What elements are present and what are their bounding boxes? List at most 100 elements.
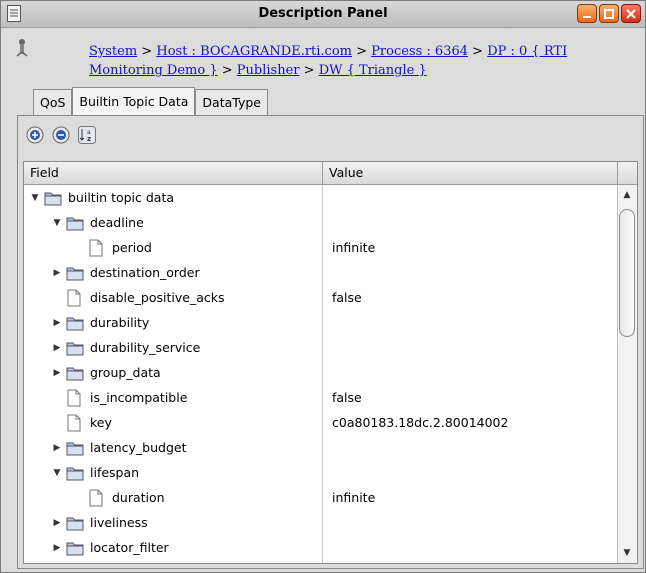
field-cell: period <box>24 235 152 260</box>
field-cell: ▶ latency_budget <box>24 435 186 460</box>
field-label: builtin topic data <box>68 190 175 205</box>
minimize-button[interactable] <box>577 4 597 23</box>
collapsed-arrow-icon[interactable]: ▶ <box>52 343 62 353</box>
breadcrumb-process[interactable]: Process : 6364 <box>371 44 468 59</box>
file-icon <box>88 489 106 507</box>
folder-icon <box>66 514 84 532</box>
field-label: deadline <box>90 215 144 230</box>
field-cell: disable_positive_acks <box>24 285 225 310</box>
table-row[interactable]: ▶ liveliness <box>24 510 617 535</box>
column-header-field[interactable]: Field <box>24 162 323 184</box>
field-label: key <box>90 415 112 430</box>
field-label: disable_positive_acks <box>90 290 225 305</box>
field-cell: key <box>24 410 112 435</box>
field-label: locator_filter <box>90 540 169 555</box>
collapsed-arrow-icon[interactable]: ▶ <box>52 268 62 278</box>
field-label: lifespan <box>90 465 140 480</box>
breadcrumb-separator: > <box>472 44 484 59</box>
field-cell: ▶ liveliness <box>24 510 148 535</box>
table-row[interactable]: ▼ deadline <box>24 210 617 235</box>
table-row[interactable]: ▶ durability_service <box>24 335 617 360</box>
breadcrumb-host[interactable]: Host : BOCAGRANDE.rti.com <box>156 44 352 59</box>
table-row[interactable]: ▶ durability <box>24 310 617 335</box>
folder-icon <box>66 264 84 282</box>
collapsed-arrow-icon[interactable]: ▶ <box>52 543 62 553</box>
vertical-scrollbar[interactable]: ▲ ▼ <box>617 185 637 563</box>
expanded-arrow-icon[interactable]: ▼ <box>30 193 40 203</box>
field-label: duration <box>112 490 165 505</box>
field-cell: ▶ durability_service <box>24 335 200 360</box>
table-row[interactable]: ▶ destination_order <box>24 260 617 285</box>
tab-datatype[interactable]: DataType <box>195 89 268 115</box>
collapsed-arrow-icon[interactable]: ▶ <box>52 518 62 528</box>
file-icon <box>88 239 106 257</box>
table-row[interactable]: key c0a80183.18dc.2.80014002 <box>24 410 617 435</box>
field-value-table: Field Value ▼ builtin topic data ▼ deadline… <box>23 161 638 564</box>
tree-rows: ▼ builtin topic data ▼ deadline period infini… <box>24 185 617 560</box>
collapsed-arrow-icon[interactable]: ▶ <box>52 443 62 453</box>
expand-all-button[interactable] <box>24 124 46 146</box>
breadcrumb-publisher[interactable]: Publisher <box>237 63 300 78</box>
folder-icon <box>66 364 84 382</box>
expanded-arrow-icon[interactable]: ▼ <box>52 218 62 228</box>
collapsed-arrow-icon[interactable]: ▶ <box>52 318 62 328</box>
breadcrumb-separator: > <box>141 44 153 59</box>
table-row[interactable]: duration infinite <box>24 485 617 510</box>
sort-az-icon: az <box>78 126 96 144</box>
folder-icon <box>66 539 84 557</box>
folder-icon <box>66 464 84 482</box>
table-row[interactable]: ▼ lifespan <box>24 460 617 485</box>
table-header: Field Value <box>24 162 637 185</box>
value-cell: c0a80183.18dc.2.80014002 <box>332 415 509 430</box>
field-cell: ▼ lifespan <box>24 460 139 485</box>
field-cell: ▶ durability <box>24 310 149 335</box>
plus-circle-icon <box>26 126 44 144</box>
toolbar: az <box>24 122 98 148</box>
table-row[interactable]: ▶ locator_filter <box>24 535 617 560</box>
value-cell: infinite <box>332 240 376 255</box>
value-cell: false <box>332 390 362 405</box>
scroll-down-icon[interactable]: ▼ <box>620 546 634 560</box>
table-row[interactable]: is_incompatible false <box>24 385 617 410</box>
sort-button[interactable]: az <box>76 124 98 146</box>
file-icon <box>66 389 84 407</box>
title-bar[interactable]: Description Panel <box>1 1 645 28</box>
breadcrumb-separator: > <box>356 44 368 59</box>
expanded-arrow-icon[interactable]: ▼ <box>52 468 62 478</box>
folder-icon <box>66 314 84 332</box>
folder-icon <box>66 214 84 232</box>
scroll-up-icon[interactable]: ▲ <box>620 188 634 202</box>
breadcrumb-system[interactable]: System <box>89 44 137 59</box>
minus-circle-icon <box>52 126 70 144</box>
tab-builtin-topic-data[interactable]: Builtin Topic Data <box>72 87 196 115</box>
tab-panel: az Field Value ▼ builtin topic data ▼ deadl… <box>17 115 644 569</box>
close-button[interactable] <box>621 4 641 23</box>
table-row[interactable]: ▶ latency_budget <box>24 435 617 460</box>
field-cell: ▼ builtin topic data <box>24 185 174 210</box>
column-header-value[interactable]: Value <box>323 162 618 184</box>
value-cell: false <box>332 290 362 305</box>
field-label: is_incompatible <box>90 390 188 405</box>
field-label: liveliness <box>90 515 148 530</box>
table-row[interactable]: period infinite <box>24 235 617 260</box>
scrollbar-thumb[interactable] <box>619 209 635 337</box>
field-label: group_data <box>90 365 161 380</box>
field-cell: ▶ locator_filter <box>24 535 169 560</box>
table-row[interactable]: ▶ group_data <box>24 360 617 385</box>
collapse-all-button[interactable] <box>50 124 72 146</box>
window-title: Description Panel <box>258 6 388 21</box>
folder-icon <box>44 189 62 207</box>
table-row[interactable]: disable_positive_acks false <box>24 285 617 310</box>
folder-icon <box>66 339 84 357</box>
table-row[interactable]: ▼ builtin topic data <box>24 185 617 210</box>
collapsed-arrow-icon[interactable]: ▶ <box>52 368 62 378</box>
tab-qos[interactable]: QoS <box>33 89 73 115</box>
maximize-button[interactable] <box>599 4 619 23</box>
field-cell: duration <box>24 485 165 510</box>
breadcrumb-datawriter[interactable]: DW { Triangle } <box>319 63 427 78</box>
field-label: durability <box>90 315 150 330</box>
field-cell: ▶ destination_order <box>24 260 200 285</box>
